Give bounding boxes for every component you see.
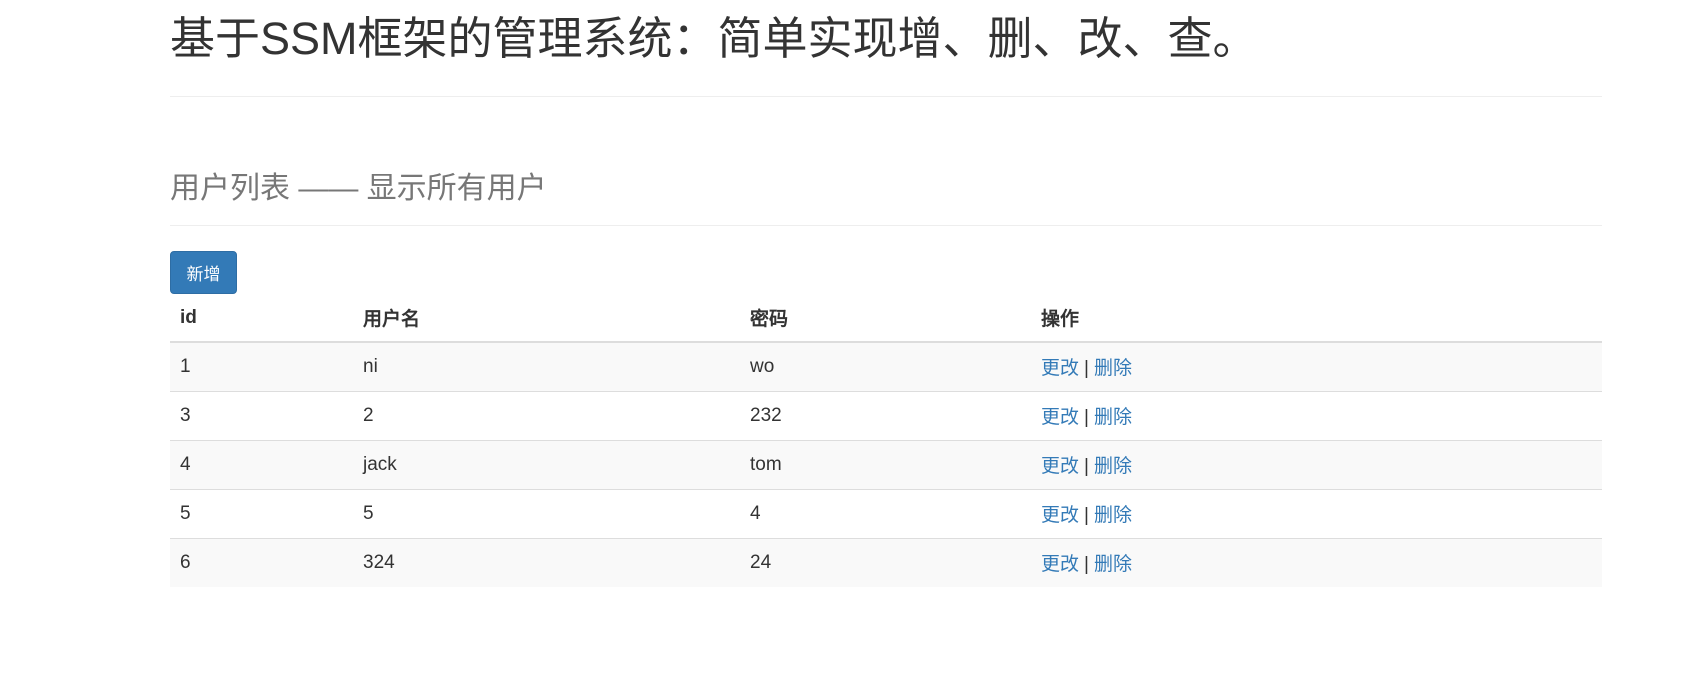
table-header-row: id 用户名 密码 操作 [170, 294, 1602, 343]
edit-link[interactable]: 更改 [1041, 505, 1079, 526]
cell-actions: 更改 | 删除 [1031, 488, 1602, 538]
edit-link[interactable]: 更改 [1041, 554, 1079, 575]
column-header-password: 密码 [740, 294, 1031, 343]
column-header-actions: 操作 [1031, 294, 1602, 343]
cell-actions: 更改 | 删除 [1031, 537, 1602, 587]
cell-username: jack [353, 439, 740, 489]
column-header-username: 用户名 [353, 294, 740, 343]
cell-actions: 更改 | 删除 [1031, 439, 1602, 489]
table-row: 5 5 4 更改 | 删除 [170, 488, 1602, 538]
cell-id: 5 [170, 488, 353, 538]
cell-password: 24 [740, 537, 1031, 587]
delete-link[interactable]: 删除 [1094, 407, 1132, 428]
page-header: 基于SSM框架的管理系统：简单实现增、删、改、查。 [170, 0, 1602, 97]
edit-link[interactable]: 更改 [1041, 456, 1079, 477]
cell-id: 1 [170, 341, 353, 391]
cell-username: ni [353, 341, 740, 391]
user-table: id 用户名 密码 操作 1 ni wo 更改 | 删除 3 2 232 更改 | 删除 [170, 294, 1602, 587]
cell-id: 6 [170, 537, 353, 587]
cell-password: wo [740, 341, 1031, 391]
cell-password: 4 [740, 488, 1031, 538]
table-row: 6 324 24 更改 | 删除 [170, 537, 1602, 587]
delete-link[interactable]: 删除 [1094, 456, 1132, 477]
table-row: 4 jack tom 更改 | 删除 [170, 439, 1602, 489]
cell-username: 5 [353, 488, 740, 538]
delete-link[interactable]: 删除 [1094, 554, 1132, 575]
action-separator: | [1084, 505, 1089, 526]
cell-actions: 更改 | 删除 [1031, 341, 1602, 391]
table-header: id 用户名 密码 操作 [170, 294, 1602, 343]
action-separator: | [1084, 358, 1089, 380]
add-user-button[interactable]: 新增 [170, 251, 237, 294]
delete-link[interactable]: 删除 [1094, 358, 1132, 379]
section-header: 用户列表 —— 显示所有用户 [170, 97, 1602, 226]
cell-password: tom [740, 439, 1031, 489]
table-body: 1 ni wo 更改 | 删除 3 2 232 更改 | 删除 4 jack tom [170, 341, 1602, 587]
cell-username: 324 [353, 537, 740, 587]
table-row: 1 ni wo 更改 | 删除 [170, 341, 1602, 391]
cell-actions: 更改 | 删除 [1031, 390, 1602, 440]
cell-id: 3 [170, 390, 353, 440]
section-subtitle: 用户列表 —— 显示所有用户 [170, 172, 547, 205]
edit-link[interactable]: 更改 [1041, 407, 1079, 428]
action-separator: | [1084, 554, 1089, 576]
edit-link[interactable]: 更改 [1041, 358, 1079, 379]
cell-username: 2 [353, 390, 740, 440]
action-separator: | [1084, 407, 1089, 428]
cell-password: 232 [740, 390, 1031, 440]
action-separator: | [1084, 456, 1089, 477]
column-header-id: id [170, 294, 353, 343]
cell-id: 4 [170, 439, 353, 489]
delete-link[interactable]: 删除 [1094, 505, 1132, 526]
table-row: 3 2 232 更改 | 删除 [170, 390, 1602, 440]
page-title: 基于SSM框架的管理系统：简单实现增、删、改、查。 [170, 13, 1258, 64]
page-container: 基于SSM框架的管理系统：简单实现增、删、改、查。 用户列表 —— 显示所有用户… [170, 0, 1602, 587]
